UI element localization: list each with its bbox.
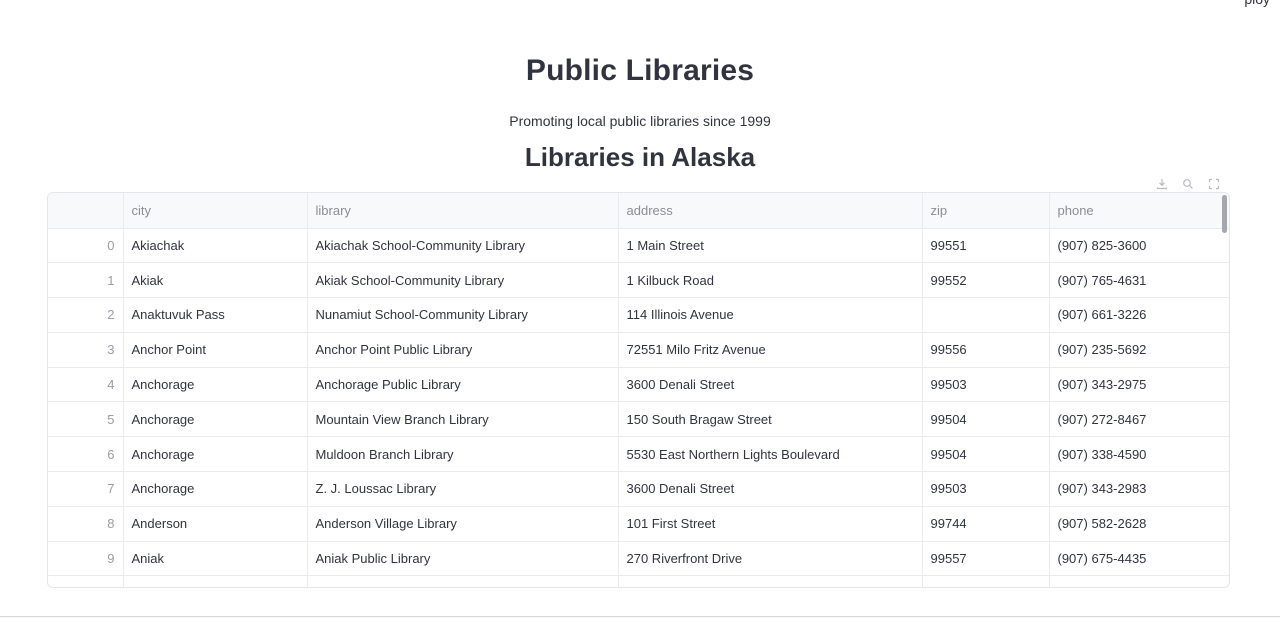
table-row[interactable]: 4 Anchorage Anchorage Public Library 3600 D… (48, 367, 1229, 403)
cell-library[interactable]: Nunamiut School-Community Library (307, 297, 619, 333)
cell-address[interactable]: 5530 East Northern Lights Boulevard (618, 436, 923, 473)
cell-phone[interactable]: (907) 235-5692 (1049, 332, 1229, 368)
column-header-index[interactable] (48, 193, 124, 229)
cell-zip[interactable]: 99503 (922, 367, 1050, 403)
cell-index[interactable]: 7 (48, 471, 124, 507)
cell-zip[interactable]: 99504 (922, 401, 1050, 438)
table-row-partial (48, 575, 1229, 587)
download-icon[interactable] (1154, 176, 1170, 192)
cell-zip[interactable]: 99556 (922, 332, 1050, 368)
cell-zip[interactable]: 99557 (922, 541, 1050, 577)
cell-phone[interactable]: (907) 582-2628 (1049, 506, 1229, 542)
column-header-zip[interactable]: zip (922, 193, 1050, 229)
cell-address[interactable]: 101 First Street (618, 506, 923, 542)
cell-zip[interactable]: 99551 (922, 228, 1050, 264)
cell-phone[interactable]: (907) 661-3226 (1049, 297, 1229, 333)
cell-empty (123, 575, 308, 587)
cell-phone[interactable]: (907) 825-3600 (1049, 228, 1229, 264)
cell-library[interactable]: Aniak Public Library (307, 541, 619, 577)
cell-city[interactable]: Anchorage (123, 367, 308, 403)
table-toolbar (1154, 176, 1222, 192)
cell-library[interactable]: Anchorage Public Library (307, 367, 619, 403)
section-title: Libraries in Alaska (524, 142, 756, 172)
page: ploy Public Libraries Promoting local pu… (0, 0, 1280, 618)
cell-library[interactable]: Muldoon Branch Library (307, 436, 619, 473)
cell-address[interactable]: 3600 Denali Street (618, 471, 923, 507)
column-header-address[interactable]: address (618, 193, 923, 229)
cell-phone[interactable]: (907) 338-4590 (1049, 436, 1229, 473)
table-row[interactable]: 3 Anchor Point Anchor Point Public Library… (48, 332, 1229, 368)
cell-index[interactable]: 8 (48, 506, 124, 542)
search-icon[interactable] (1180, 176, 1196, 192)
cell-index[interactable]: 0 (48, 228, 124, 264)
cell-address[interactable]: 114 Illinois Avenue (618, 297, 923, 333)
page-subtitle: Promoting local public libraries since 1… (509, 113, 771, 129)
table-row[interactable]: 0 Akiachak Akiachak School-Community Libra… (48, 228, 1229, 264)
cell-city[interactable]: Akiachak (123, 228, 308, 264)
cell-city[interactable]: Anchorage (123, 471, 308, 507)
cell-index[interactable]: 1 (48, 262, 124, 299)
cell-zip[interactable]: 99503 (922, 471, 1050, 507)
cell-phone[interactable]: (907) 765-4631 (1049, 262, 1229, 299)
cell-index[interactable]: 6 (48, 436, 124, 473)
cell-library[interactable]: Akiak School-Community Library (307, 262, 619, 299)
column-header-library[interactable]: library (307, 193, 619, 229)
cell-zip[interactable]: 99552 (922, 262, 1050, 299)
cell-index[interactable]: 9 (48, 541, 124, 577)
cell-empty (1049, 575, 1229, 587)
cell-city[interactable]: Anchorage (123, 436, 308, 473)
cell-index[interactable]: 2 (48, 297, 124, 333)
cell-library[interactable]: Anderson Village Library (307, 506, 619, 542)
cell-address[interactable]: 72551 Milo Fritz Avenue (618, 332, 923, 368)
cell-city[interactable]: Aniak (123, 541, 308, 577)
cell-city[interactable]: Anchor Point (123, 332, 308, 368)
fullscreen-icon[interactable] (1206, 176, 1222, 192)
cell-empty (307, 575, 619, 587)
table-header-row: city library address zip phone (48, 193, 1229, 229)
cell-library[interactable]: Mountain View Branch Library (307, 401, 619, 438)
table-row[interactable]: 1 Akiak Akiak School-Community Library 1 Ki… (48, 262, 1229, 299)
table-row[interactable]: 6 Anchorage Muldoon Branch Library 5530 Eas… (48, 436, 1229, 473)
cell-city[interactable]: Anaktuvuk Pass (123, 297, 308, 333)
table-row[interactable]: 8 Anderson Anderson Village Library 101 Fir… (48, 506, 1229, 542)
page-title: Public Libraries (525, 54, 755, 87)
cell-address[interactable]: 3600 Denali Street (618, 367, 923, 403)
cell-phone[interactable]: (907) 675-4435 (1049, 541, 1229, 577)
cell-library[interactable]: Akiachak School-Community Library (307, 228, 619, 264)
cell-city[interactable]: Anchorage (123, 401, 308, 438)
table-row[interactable]: 7 Anchorage Z. J. Loussac Library 3600 Dena… (48, 471, 1229, 507)
cell-zip[interactable] (922, 297, 1050, 333)
cell-empty (48, 575, 124, 587)
deploy-link[interactable]: ploy (1244, 0, 1270, 7)
column-header-phone[interactable]: phone (1049, 193, 1229, 229)
cell-index[interactable]: 5 (48, 401, 124, 438)
cell-zip[interactable]: 99504 (922, 436, 1050, 473)
cell-phone[interactable]: (907) 343-2983 (1049, 471, 1229, 507)
cell-address[interactable]: 270 Riverfront Drive (618, 541, 923, 577)
cell-city[interactable]: Anderson (123, 506, 308, 542)
table-row[interactable]: 9 Aniak Aniak Public Library 270 Riverfront… (48, 541, 1229, 577)
cell-phone[interactable]: (907) 343-2975 (1049, 367, 1229, 403)
column-header-city[interactable]: city (123, 193, 308, 229)
cell-index[interactable]: 4 (48, 367, 124, 403)
cell-index[interactable]: 3 (48, 332, 124, 368)
table-scrollbar[interactable] (1222, 195, 1227, 233)
footer-divider (0, 616, 1280, 617)
cell-city[interactable]: Akiak (123, 262, 308, 299)
cell-library[interactable]: Anchor Point Public Library (307, 332, 619, 368)
table-row[interactable]: 2 Anaktuvuk Pass Nunamiut School-Community… (48, 297, 1229, 333)
cell-address[interactable]: 1 Kilbuck Road (618, 262, 923, 299)
table-row[interactable]: 5 Anchorage Mountain View Branch Library 15… (48, 401, 1229, 438)
cell-empty (922, 575, 1050, 587)
cell-zip[interactable]: 99744 (922, 506, 1050, 542)
data-table[interactable]: city library address zip phone 0 Akiachak… (47, 192, 1230, 588)
cell-address[interactable]: 150 South Bragaw Street (618, 401, 923, 438)
cell-address[interactable]: 1 Main Street (618, 228, 923, 264)
cell-phone[interactable]: (907) 272-8467 (1049, 401, 1229, 438)
cell-library[interactable]: Z. J. Loussac Library (307, 471, 619, 507)
cell-empty (618, 575, 923, 587)
